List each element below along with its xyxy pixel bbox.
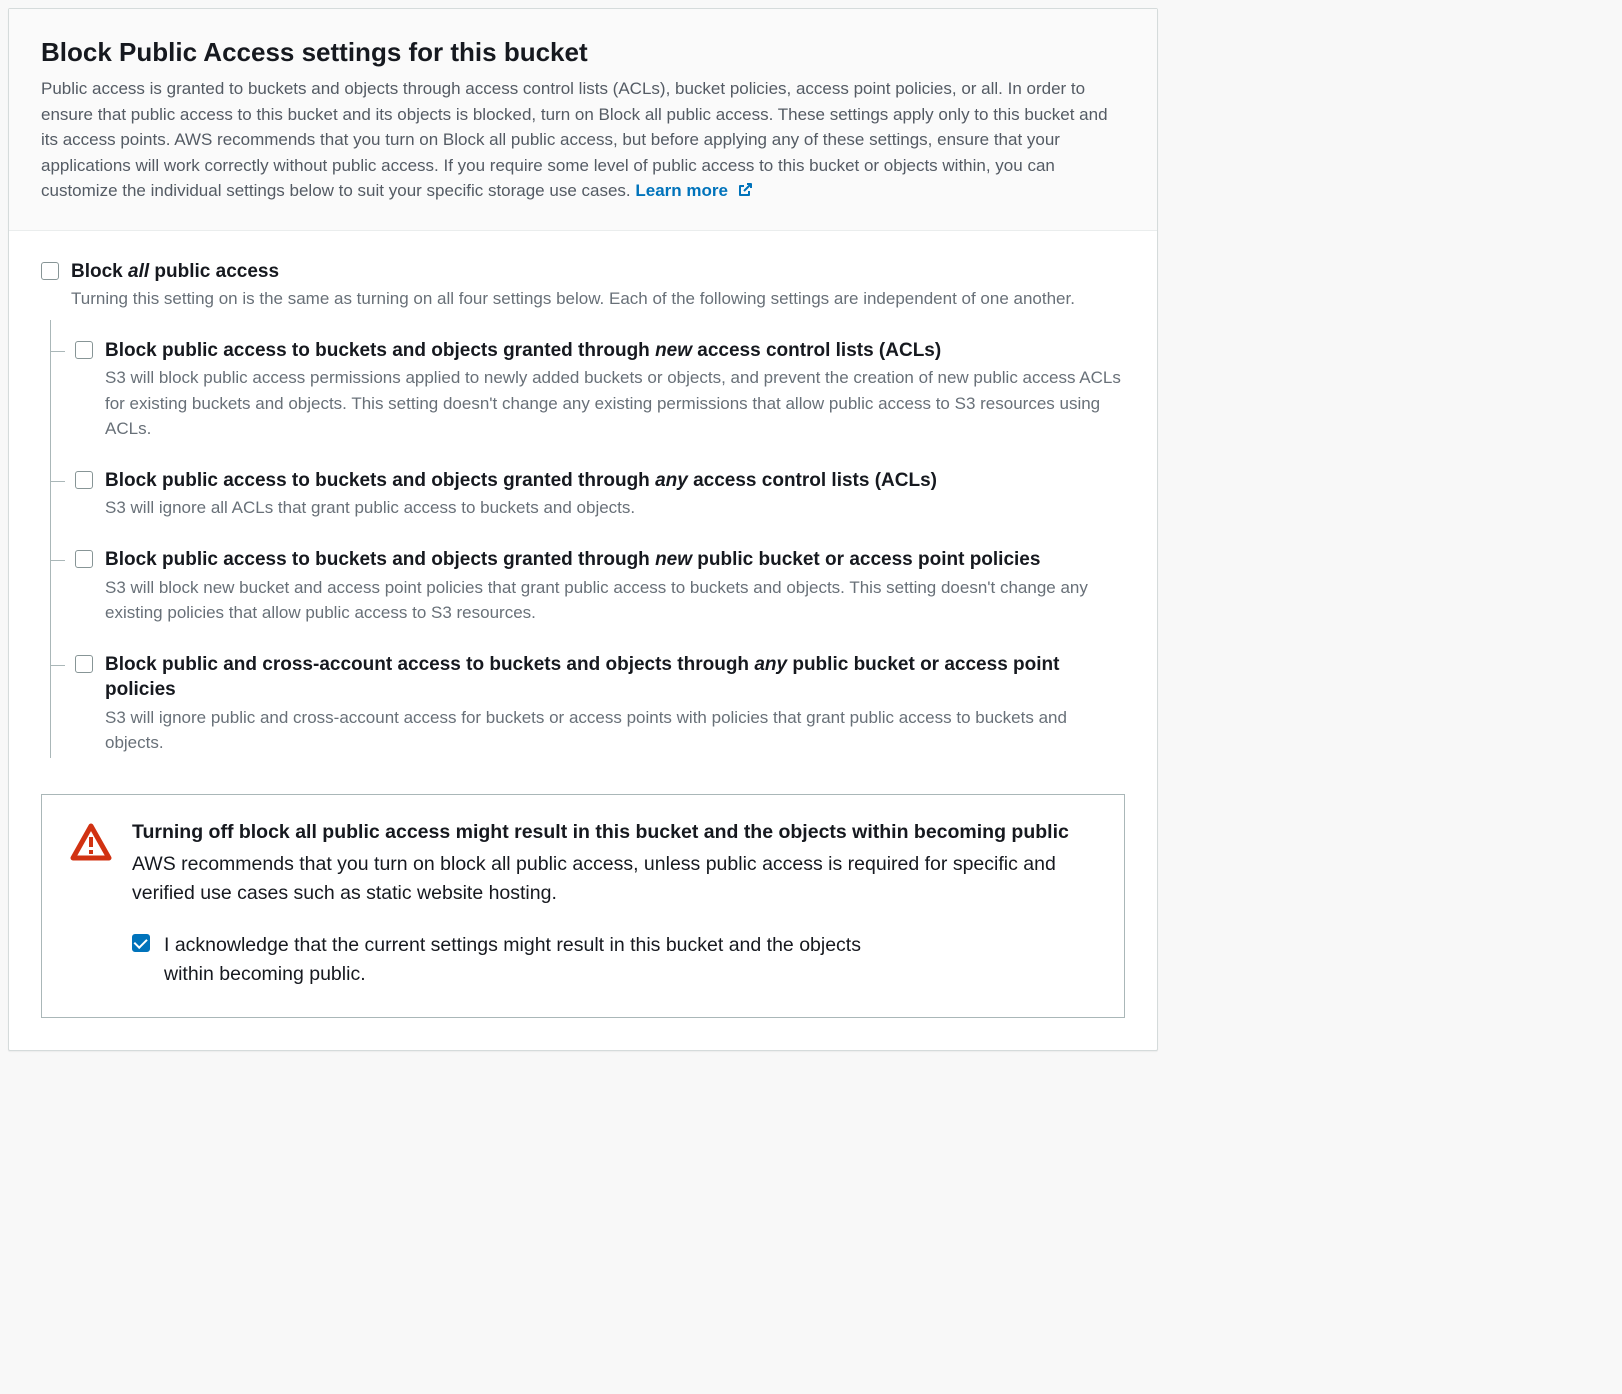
child-checkbox-new-policies[interactable] [75,550,93,568]
child-label: Block public access to buckets and objec… [105,547,1125,573]
child-desc: S3 will block new bucket and access poin… [105,575,1125,626]
child-checkbox-any-policies[interactable] [75,655,93,673]
block-all-checkbox[interactable] [41,262,59,280]
child-checkbox-any-acls[interactable] [75,471,93,489]
child-label: Block public access to buckets and objec… [105,468,1125,494]
public-access-warning: Turning off block all public access migh… [41,794,1125,1018]
panel-header: Block Public Access settings for this bu… [9,9,1157,231]
block-all-desc: Turning this setting on is the same as t… [71,286,1125,312]
child-option-any-policies: Block public and cross-account access to… [51,652,1125,756]
acknowledge-row: I acknowledge that the current settings … [132,931,1096,990]
block-all-label: Block all public access [71,259,1125,285]
panel-body: Block all public access Turning this set… [9,231,1157,1051]
alert-desc: AWS recommends that you turn on block al… [132,850,1096,909]
acknowledge-label: I acknowledge that the current settings … [164,931,884,990]
block-all-option: Block all public access Turning this set… [41,259,1125,312]
external-link-icon [737,180,753,206]
child-desc: S3 will ignore public and cross-account … [105,705,1125,756]
block-public-access-panel: Block Public Access settings for this bu… [8,8,1158,1051]
learn-more-label: Learn more [635,181,728,200]
panel-description: Public access is granted to buckets and … [41,76,1125,206]
child-desc: S3 will ignore all ACLs that grant publi… [105,495,1125,521]
alert-title: Turning off block all public access migh… [132,819,1096,846]
child-checkbox-new-acls[interactable] [75,341,93,359]
acknowledge-checkbox[interactable] [132,934,150,952]
block-all-children: Block public access to buckets and objec… [50,320,1125,758]
warning-icon [70,823,112,866]
child-option-new-acls: Block public access to buckets and objec… [51,338,1125,442]
alert-content: Turning off block all public access migh… [132,819,1096,989]
child-label: Block public and cross-account access to… [105,652,1125,703]
child-option-any-acls: Block public access to buckets and objec… [51,468,1125,521]
child-desc: S3 will block public access permissions … [105,365,1125,442]
learn-more-link[interactable]: Learn more [635,181,752,200]
panel-title: Block Public Access settings for this bu… [41,37,1125,68]
block-all-text: Block all public access Turning this set… [71,259,1125,312]
child-option-new-policies: Block public access to buckets and objec… [51,547,1125,626]
panel-description-text: Public access is granted to buckets and … [41,79,1108,200]
child-label: Block public access to buckets and objec… [105,338,1125,364]
